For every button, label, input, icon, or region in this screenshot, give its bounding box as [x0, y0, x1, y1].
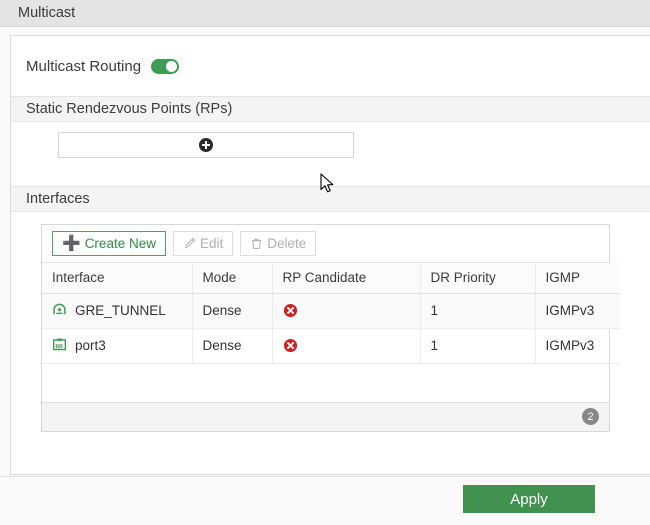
cell-igmp: IGMPv3 — [535, 293, 620, 328]
add-rp-button[interactable] — [58, 132, 354, 158]
table-empty-space — [42, 364, 609, 403]
static-rp-area — [11, 122, 650, 186]
cell-dr-priority: 1 — [420, 293, 535, 328]
create-new-label: Create New — [85, 236, 156, 251]
pencil-icon — [183, 237, 196, 250]
table-footer: 2 — [42, 403, 609, 431]
static-rp-section-title: Static Rendezvous Points (RPs) — [26, 101, 232, 117]
interface-name: port3 — [75, 338, 106, 353]
cell-mode: Dense — [192, 328, 272, 363]
interfaces-toolbar: ➕ Create New Edit — [42, 225, 609, 263]
cell-interface: GRE_TUNNEL — [42, 293, 192, 328]
table-row[interactable]: port3 Dense 1 — [42, 328, 620, 363]
table-row[interactable]: GRE_TUNNEL Dense 1 — [42, 293, 620, 328]
delete-button[interactable]: Delete — [240, 231, 316, 256]
create-new-button[interactable]: ➕ Create New — [52, 231, 166, 256]
interfaces-section-header: Interfaces — [11, 186, 650, 212]
multicast-routing-label: Multicast Routing — [26, 58, 141, 75]
cell-mode: Dense — [192, 293, 272, 328]
column-header-interface[interactable]: Interface — [42, 263, 192, 293]
column-header-mode[interactable]: Mode — [192, 263, 272, 293]
red-x-circle-icon — [283, 303, 410, 318]
static-rp-section-header: Static Rendezvous Points (RPs) — [11, 96, 650, 122]
page-title: Multicast — [0, 5, 75, 21]
row-count-badge: 2 — [582, 408, 599, 425]
multicast-routing-row: Multicast Routing — [11, 36, 650, 96]
table-header-row: Interface Mode RP Candidate DR Priority … — [42, 263, 620, 293]
cell-rp-candidate — [272, 328, 420, 363]
column-header-igmp[interactable]: IGMP — [535, 263, 620, 293]
cell-rp-candidate — [272, 293, 420, 328]
interfaces-table: Interface Mode RP Candidate DR Priority … — [42, 263, 620, 364]
column-header-rp-candidate[interactable]: RP Candidate — [272, 263, 420, 293]
cell-dr-priority: 1 — [420, 328, 535, 363]
toggle-knob — [166, 61, 177, 72]
cell-igmp: IGMPv3 — [535, 328, 620, 363]
plus-icon: ➕ — [62, 236, 81, 251]
physical-port-icon — [52, 337, 67, 355]
tunnel-interface-icon — [52, 302, 67, 320]
edit-button[interactable]: Edit — [173, 231, 233, 256]
interface-name: GRE_TUNNEL — [75, 303, 166, 318]
trash-icon — [250, 237, 263, 250]
multicast-routing-toggle[interactable] — [151, 59, 179, 74]
plus-circle-icon — [199, 138, 213, 152]
page-body: Multicast Routing Static Rendezvous Poin… — [0, 28, 650, 525]
column-header-dr-priority[interactable]: DR Priority — [420, 263, 535, 293]
interfaces-section-title: Interfaces — [26, 191, 90, 207]
edit-label: Edit — [200, 236, 223, 251]
red-x-circle-icon — [283, 338, 410, 353]
window-title-bar: Multicast — [0, 0, 650, 27]
cell-interface: port3 — [42, 328, 192, 363]
delete-label: Delete — [267, 236, 306, 251]
apply-bar: Apply — [0, 476, 650, 525]
settings-panel: Multicast Routing Static Rendezvous Poin… — [10, 35, 650, 475]
interfaces-table-container: ➕ Create New Edit — [41, 224, 610, 432]
apply-button[interactable]: Apply — [463, 485, 595, 513]
